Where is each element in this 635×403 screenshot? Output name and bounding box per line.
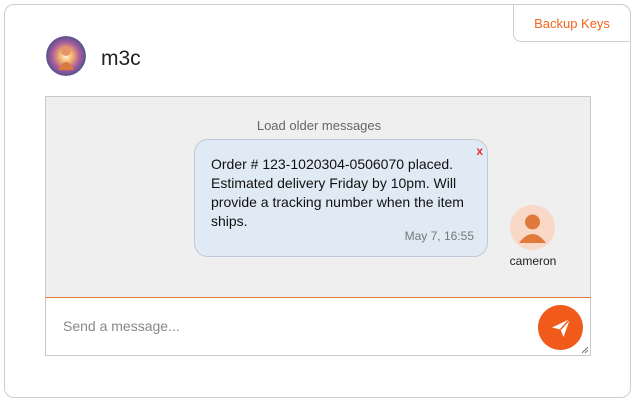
message-text: Order # 123-1020304-0506070 placed. Esti… — [211, 156, 464, 229]
chat-card: Backup Keys m3c Load older messages x Or… — [4, 4, 631, 398]
send-icon — [551, 317, 571, 337]
send-button[interactable] — [538, 305, 583, 350]
message-list[interactable]: Load older messages x Order # 123-102030… — [45, 96, 591, 297]
message-timestamp: May 7, 16:55 — [404, 229, 474, 243]
sender-name: cameron — [509, 254, 557, 268]
contact-avatar-icon — [46, 36, 86, 76]
contact-name: m3c — [101, 47, 141, 70]
message-bubble: x Order # 123-1020304-0506070 placed. Es… — [194, 139, 488, 257]
message-composer — [45, 297, 591, 356]
backup-keys-button[interactable]: Backup Keys — [513, 4, 631, 42]
resize-handle-icon[interactable] — [581, 346, 589, 354]
load-older-messages-link[interactable]: Load older messages — [46, 118, 590, 133]
sender-avatar-icon — [510, 205, 555, 250]
message-input[interactable] — [46, 298, 526, 354]
